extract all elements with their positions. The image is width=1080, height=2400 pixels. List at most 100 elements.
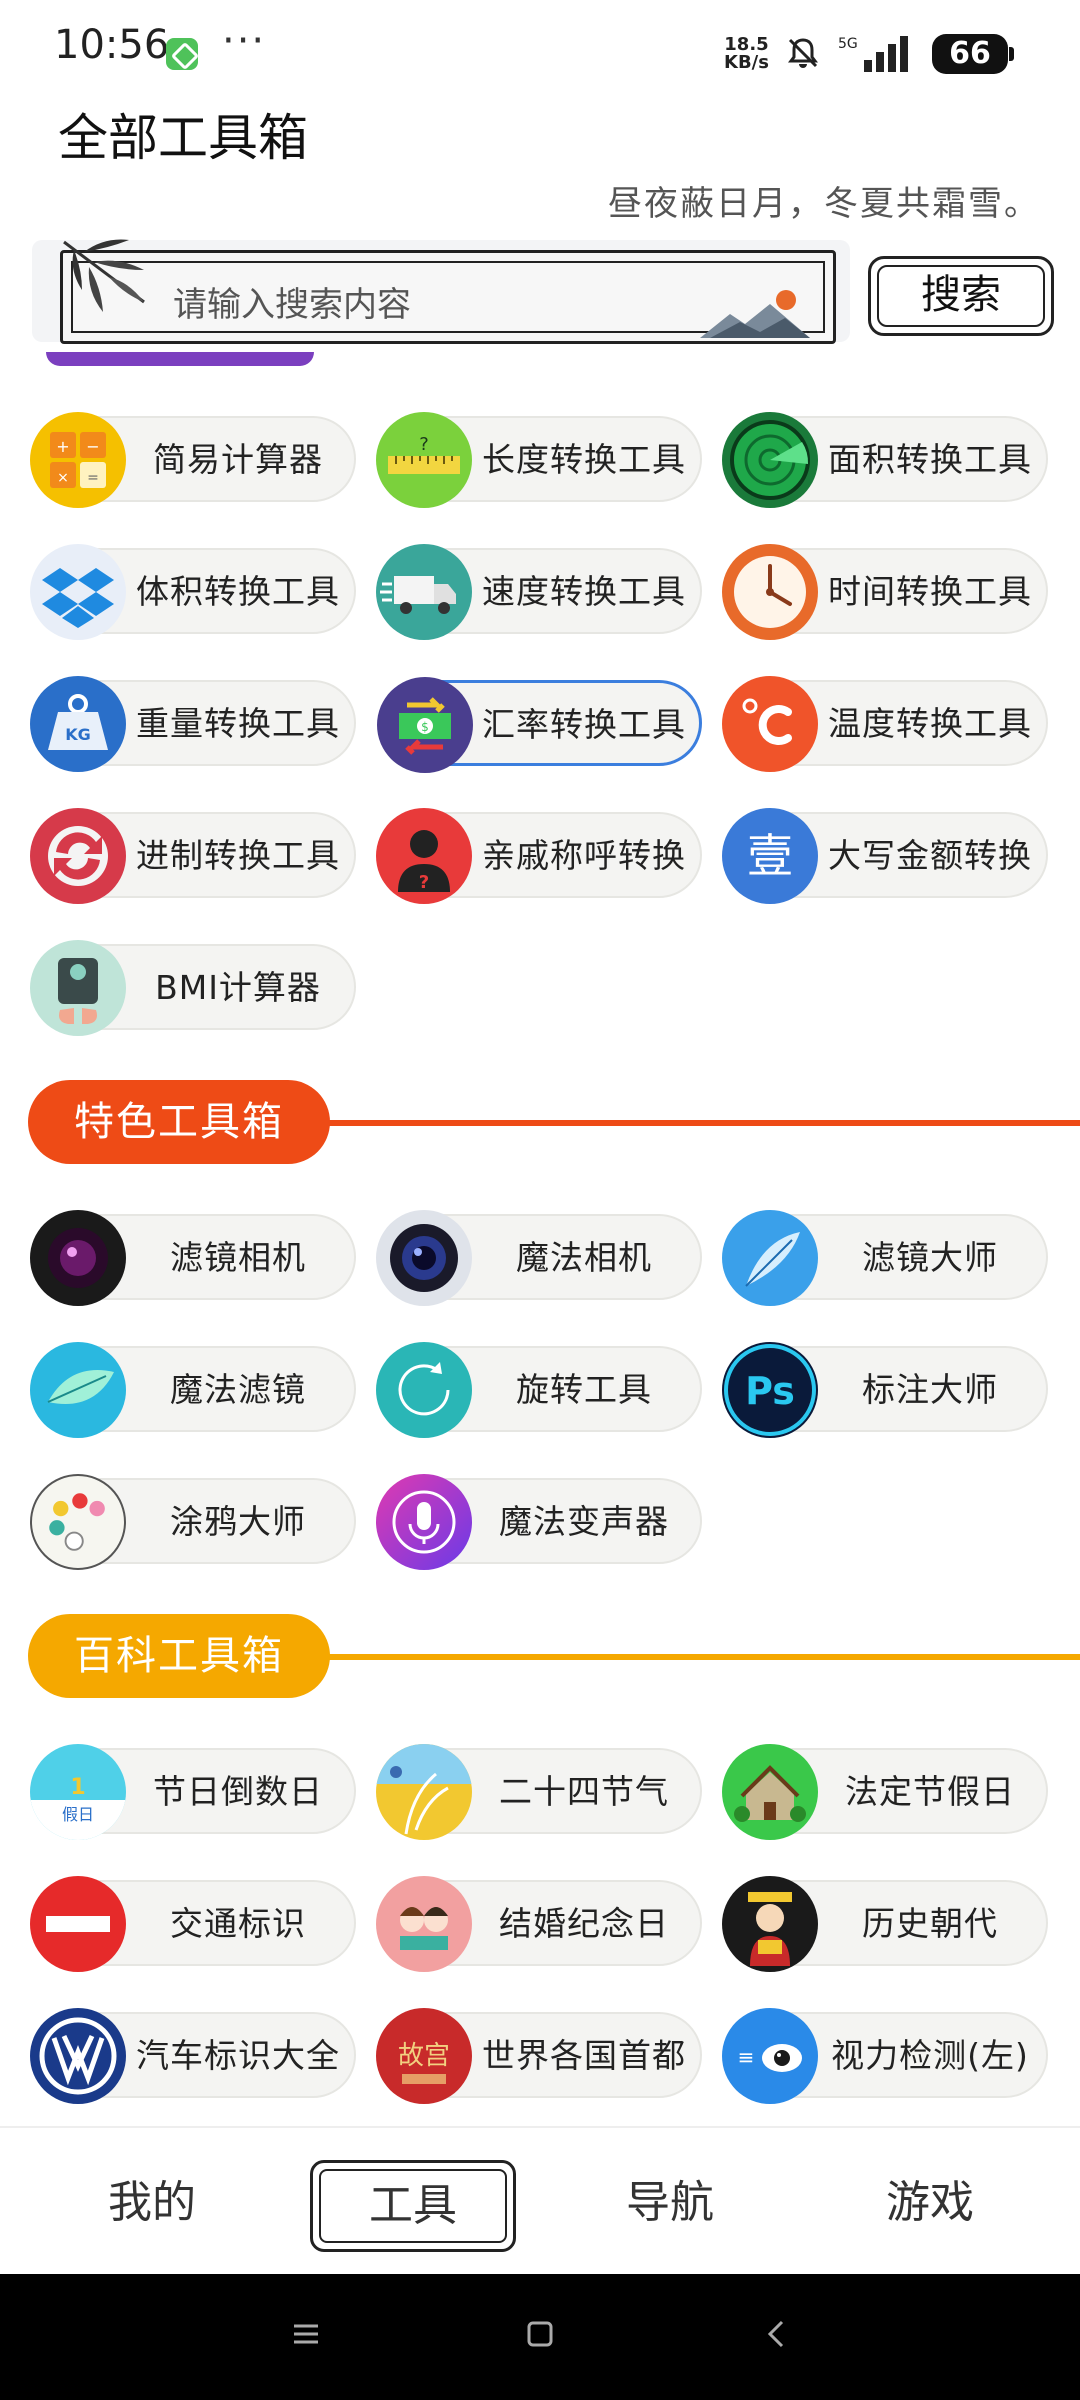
radar-icon [722, 412, 818, 508]
battery-icon: 66 [932, 34, 1014, 74]
leaf-icon [30, 1342, 126, 1438]
cycle-icon [30, 808, 126, 904]
tool-label: 视力检测(左) [831, 2036, 1029, 2075]
svg-text:?: ? [419, 434, 429, 455]
tool-label: 涂鸦大师 [170, 1502, 306, 1541]
tool-uppercase-amount[interactable]: 壹 大写金额转换 [722, 808, 1048, 904]
tab-games[interactable]: 游戏 [830, 2160, 1030, 2246]
system-navigation-bar [0, 2274, 1080, 2400]
tool-car-logos[interactable]: 汽车标识大全 [30, 2008, 356, 2104]
palace-icon: 故宫 [376, 2008, 472, 2104]
tool-magic-camera[interactable]: 魔法相机 [376, 1210, 702, 1306]
tool-weight[interactable]: KG 重量转换工具 [30, 676, 356, 772]
exchange-icon: $ [377, 677, 473, 773]
tool-annotate-master[interactable]: Ps 标注大师 [722, 1342, 1048, 1438]
ruler-icon: ? [376, 412, 472, 508]
svg-text:Ps: Ps [745, 1369, 795, 1413]
tool-time[interactable]: 时间转换工具 [722, 544, 1048, 640]
ps-icon: Ps [722, 1342, 818, 1438]
tool-label: 简易计算器 [153, 440, 323, 479]
tool-label: 滤镜大师 [862, 1238, 998, 1277]
tool-vision-test[interactable]: ≡ 视力检测(左) [722, 2008, 1048, 2104]
scale-icon [30, 940, 126, 1036]
tool-label: 长度转换工具 [482, 440, 686, 479]
tool-length[interactable]: ? 长度转换工具 [376, 412, 702, 508]
tool-label: BMI计算器 [155, 968, 321, 1007]
eye-icon: ≡ [722, 2008, 818, 2104]
weight-icon: KG [30, 676, 126, 772]
section-title: 特色工具箱 [28, 1080, 330, 1164]
tool-filter-master[interactable]: 滤镜大师 [722, 1210, 1048, 1306]
tool-label: 面积转换工具 [828, 440, 1032, 479]
calculator-icon: + − × = [30, 412, 126, 508]
tool-volume[interactable]: 体积转换工具 [30, 544, 356, 640]
tool-voice-changer[interactable]: 魔法变声器 [376, 1474, 702, 1570]
svg-text:≡: ≡ [738, 2045, 755, 2069]
tool-label: 魔法变声器 [499, 1502, 669, 1541]
tool-relative-title[interactable]: ? 亲戚称呼转换 [376, 808, 702, 904]
tool-temperature[interactable]: 温度转换工具 [722, 676, 1048, 772]
svg-text:假日: 假日 [62, 1805, 94, 1824]
person-question-icon: ? [376, 808, 472, 904]
svg-text:壹: 壹 [747, 829, 793, 883]
tool-label: 体积转换工具 [136, 572, 340, 611]
page-title: 全部工具箱 [58, 109, 308, 167]
vw-logo-icon [30, 2008, 126, 2104]
status-bar: 10:56 ··· 18.5 KB/s 5G 66 [0, 0, 1080, 90]
celsius-icon [722, 676, 818, 772]
tool-history-dynasties[interactable]: 历史朝代 [722, 1876, 1048, 1972]
back-icon[interactable] [758, 2314, 798, 2354]
tool-calculator[interactable]: + − × = 简易计算器 [30, 412, 356, 508]
svg-text:?: ? [419, 872, 429, 893]
tool-speed[interactable]: 速度转换工具 [376, 544, 702, 640]
svg-text:×: × [57, 470, 69, 486]
camera-lens-icon [30, 1210, 126, 1306]
tool-doodle-master[interactable]: 涂鸦大师 [30, 1474, 356, 1570]
tool-solar-terms[interactable]: 二十四节气 [376, 1744, 702, 1840]
microphone-icon [376, 1474, 472, 1570]
network-type: 5G [838, 36, 858, 52]
tool-exchange-rate[interactable]: $ 汇率转换工具 [377, 677, 702, 773]
tool-label: 魔法滤镜 [170, 1370, 306, 1409]
tool-label: 节日倒数日 [153, 1772, 323, 1811]
wheat-icon [376, 1744, 472, 1840]
search-input[interactable]: 请输入搜索内容 [173, 277, 411, 326]
tool-label: 重量转换工具 [136, 704, 340, 743]
tool-area[interactable]: 面积转换工具 [722, 412, 1048, 508]
tool-traffic-signs[interactable]: 交通标识 [30, 1876, 356, 1972]
tool-label: 大写金额转换 [828, 836, 1032, 875]
tool-rotate[interactable]: 旋转工具 [376, 1342, 702, 1438]
tool-bmi[interactable]: BMI计算器 [30, 940, 356, 1036]
clock-icon [722, 544, 818, 640]
tool-label: 魔法相机 [516, 1238, 652, 1277]
tool-holiday-countdown[interactable]: 1 假日 节日倒数日 [30, 1744, 356, 1840]
tool-legal-holidays[interactable]: 法定节假日 [722, 1744, 1048, 1840]
rotate-icon [376, 1342, 472, 1438]
tool-label: 汽车标识大全 [136, 2036, 340, 2075]
tool-label: 标注大师 [862, 1370, 998, 1409]
tool-label: 滤镜相机 [170, 1238, 306, 1277]
tool-label: 时间转换工具 [828, 572, 1032, 611]
tab-navigation[interactable]: 导航 [570, 2160, 770, 2246]
menu-icon[interactable] [286, 2314, 326, 2354]
tool-label: 结婚纪念日 [499, 1904, 669, 1943]
tool-world-capitals[interactable]: 故宫 世界各国首都 [376, 2008, 702, 2104]
tool-wedding-anniversary[interactable]: 结婚纪念日 [376, 1876, 702, 1972]
tool-label: 交通标识 [170, 1904, 306, 1943]
tool-magic-filter[interactable]: 魔法滤镜 [30, 1342, 356, 1438]
mountain-decoration-icon [700, 290, 810, 338]
tool-label: 历史朝代 [862, 1904, 998, 1943]
tool-filter-camera[interactable]: 滤镜相机 [30, 1210, 356, 1306]
svg-text:−: − [86, 437, 99, 456]
chinese-number-icon: 壹 [722, 808, 818, 904]
home-icon[interactable] [520, 2314, 560, 2354]
tool-base-convert[interactable]: 进制转换工具 [30, 808, 356, 904]
more-notifications-icon: ··· [222, 18, 267, 64]
tool-label: 汇率转换工具 [482, 705, 686, 744]
tool-label: 法定节假日 [845, 1772, 1015, 1811]
search-button[interactable]: 搜索 [868, 256, 1054, 336]
scrolled-section-edge [46, 352, 314, 366]
motto-text: 昼夜蔽日月，冬夏共霜雪。 [608, 184, 1040, 224]
tab-mine[interactable]: 我的 [52, 2160, 252, 2246]
tab-tools[interactable]: 工具 [310, 2160, 516, 2252]
